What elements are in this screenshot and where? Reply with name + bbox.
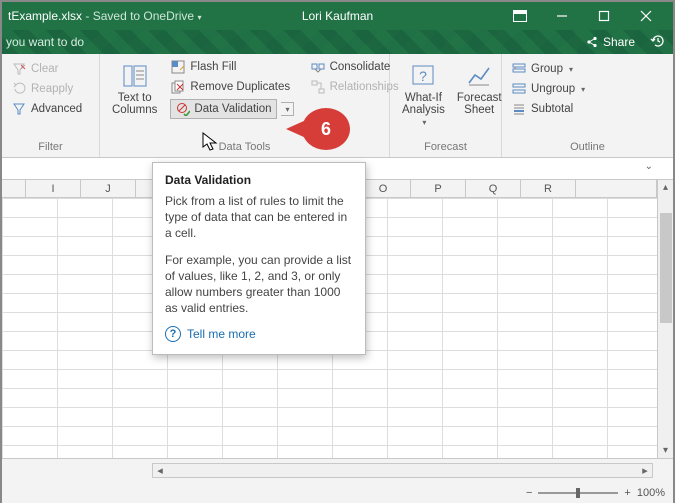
zoom-slider[interactable] <box>538 492 618 494</box>
annotation-callout: 6 <box>290 108 348 150</box>
formula-bar-expand[interactable]: ⌄ <box>645 161 653 172</box>
scroll-right-arrow[interactable]: ▸ <box>638 464 652 477</box>
document-filename: tExample.xlsx - Saved to OneDrive ▾ <box>8 9 201 23</box>
vertical-scrollbar[interactable]: ▴ ▾ <box>657 180 673 458</box>
tell-me-more-label: Tell me more <box>187 327 256 341</box>
consolidate-button[interactable]: Consolidate <box>307 58 402 76</box>
advanced-filter-button[interactable]: Advanced <box>8 100 93 118</box>
text-to-columns-icon <box>121 62 149 90</box>
remove-duplicates-button[interactable]: Remove Duplicates <box>167 78 296 96</box>
status-bar: ◂ ▸ − + 100% <box>2 458 673 503</box>
forecast-sheet-icon <box>465 62 493 90</box>
tooltip-title: Data Validation <box>165 173 353 187</box>
data-validation-icon <box>175 101 191 117</box>
zoom-value[interactable]: 100% <box>637 487 665 499</box>
share-button[interactable]: Share <box>585 35 643 49</box>
ungroup-icon <box>511 81 527 97</box>
title-bar: tExample.xlsx - Saved to OneDrive ▾ Lori… <box>2 2 673 30</box>
horizontal-scrollbar[interactable]: ◂ ▸ <box>152 463 653 478</box>
save-status: - Saved to OneDrive ▾ <box>85 9 201 23</box>
relationships-button[interactable]: Relationships <box>307 78 402 96</box>
group-label-filter: Filter <box>8 141 93 155</box>
forecast-sheet-button[interactable]: ForecastSheet <box>451 58 508 136</box>
clear-icon <box>11 61 27 77</box>
subtotal-icon <box>511 101 527 117</box>
data-validation-tooltip: Data Validation Pick from a list of rule… <box>152 162 366 355</box>
subtotal-button[interactable]: Subtotal <box>508 100 667 118</box>
callout-number: 6 <box>321 119 331 140</box>
ribbon-display-options[interactable] <box>499 2 541 30</box>
whatif-icon: ? <box>409 62 437 90</box>
history-icon <box>650 33 666 49</box>
flash-fill-icon <box>170 59 186 75</box>
group-forecast: ? What-IfAnalysis ▾ ForecastSheet Foreca… <box>390 54 502 157</box>
text-to-columns-label: Text toColumns <box>112 92 157 116</box>
reapply-icon <box>11 81 27 97</box>
minimize-button[interactable] <box>541 2 583 30</box>
group-rows-button[interactable]: Group ▾ <box>508 60 667 78</box>
tell-me-text[interactable]: you want to do <box>6 35 84 49</box>
group-icon <box>511 61 527 77</box>
zoom-controls: − + 100% <box>526 487 665 499</box>
forecast-sheet-label: ForecastSheet <box>457 92 502 116</box>
window-buttons <box>499 2 667 30</box>
col-I[interactable]: I <box>26 180 81 197</box>
advanced-icon <box>11 101 27 117</box>
whatif-label: What-IfAnalysis ▾ <box>402 92 445 129</box>
reapply-filter-button[interactable]: Reapply <box>8 80 93 98</box>
scroll-down-arrow[interactable]: ▾ <box>663 443 668 458</box>
filename-text: tExample.xlsx <box>8 9 82 23</box>
clear-filter-button[interactable]: Clear <box>8 60 93 78</box>
text-to-columns-button[interactable]: Text toColumns <box>106 58 163 136</box>
user-name: Lori Kaufman <box>302 9 373 23</box>
col-R[interactable]: R <box>521 180 576 197</box>
ungroup-rows-button[interactable]: Ungroup ▾ <box>508 80 667 98</box>
svg-text:?: ? <box>420 68 428 84</box>
share-icon <box>585 35 599 49</box>
tooltip-desc2: For example, you can provide a list of v… <box>165 252 353 317</box>
group-outline: Group ▾ Ungroup ▾ Subtotal Outline <box>502 54 673 157</box>
tell-me-bar: you want to do Share <box>2 30 673 54</box>
group-label-forecast: Forecast <box>396 141 495 155</box>
scroll-up-arrow[interactable]: ▴ <box>663 180 668 195</box>
tooltip-desc1: Pick from a list of rules to limit the t… <box>165 193 353 242</box>
data-validation-button[interactable]: Data Validation ▾ <box>167 98 296 120</box>
help-icon: ? <box>165 326 181 342</box>
group-label-outline: Outline <box>508 141 667 155</box>
zoom-out-button[interactable]: − <box>526 487 532 499</box>
consolidate-icon <box>310 59 326 75</box>
col-Q[interactable]: Q <box>466 180 521 197</box>
whatif-button[interactable]: ? What-IfAnalysis ▾ <box>396 58 451 136</box>
share-label: Share <box>603 35 635 49</box>
flash-fill-button[interactable]: Flash Fill <box>167 58 296 76</box>
col-J[interactable]: J <box>81 180 136 197</box>
col-P[interactable]: P <box>411 180 466 197</box>
history-button[interactable] <box>643 33 673 52</box>
remove-duplicates-icon <box>170 79 186 95</box>
relationships-icon <box>310 79 326 95</box>
vscroll-thumb[interactable] <box>660 213 672 323</box>
zoom-in-button[interactable]: + <box>624 487 630 499</box>
maximize-button[interactable] <box>583 2 625 30</box>
scroll-left-arrow[interactable]: ◂ <box>153 464 167 477</box>
tell-me-more-link[interactable]: ? Tell me more <box>165 326 353 342</box>
group-sort-filter: Clear Reapply Advanced Filter <box>2 54 100 157</box>
close-button[interactable] <box>625 2 667 30</box>
